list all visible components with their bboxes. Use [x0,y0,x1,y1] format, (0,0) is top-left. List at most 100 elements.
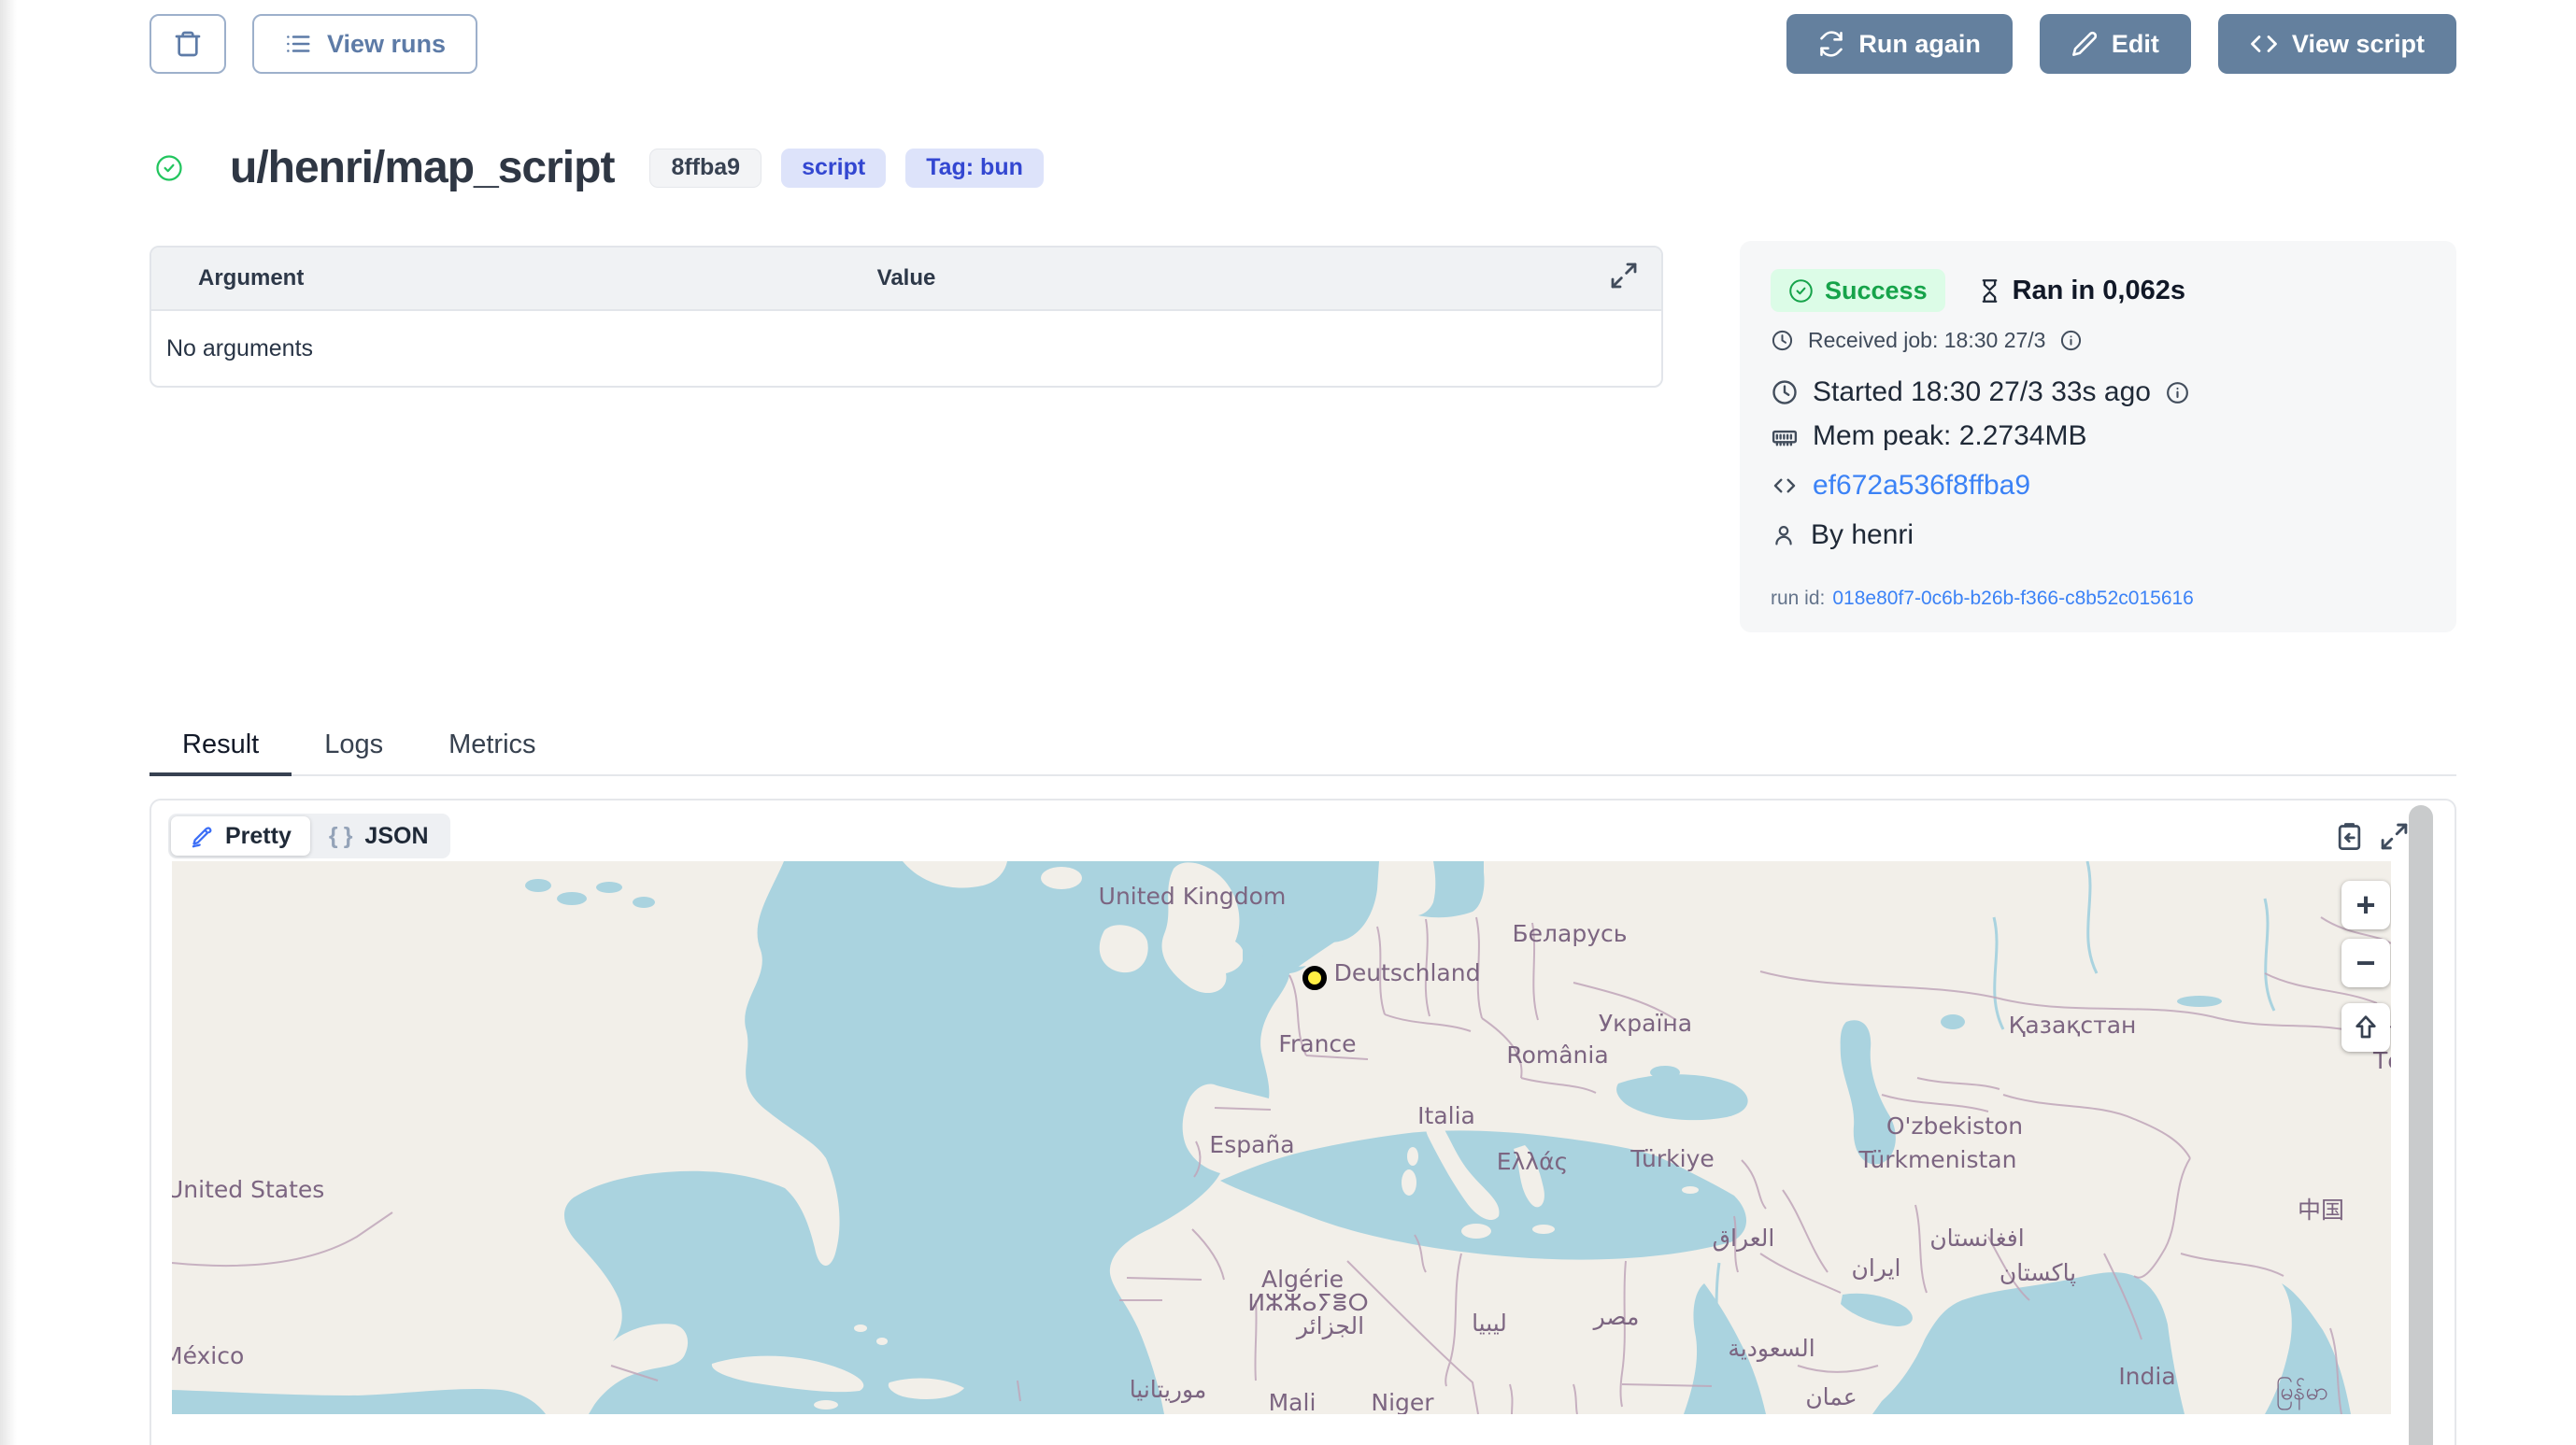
braces-icon: { } [329,823,355,850]
map-label: España [1209,1131,1294,1158]
map-label: România [1506,1041,1608,1069]
memory-icon [1771,422,1799,450]
expand-result-button[interactable] [2379,821,2410,852]
tab-result[interactable]: Result [149,717,292,776]
code-icon [1771,472,1799,500]
map-label: Mali [1269,1389,1316,1414]
info-icon[interactable] [2165,380,2190,405]
tag-badge: Tag: bun [905,149,1044,188]
toolbar-right: Run again Edit View script [1786,14,2456,74]
argument-column-header: Argument [198,265,304,291]
map-label: India [2118,1363,2175,1390]
clock-icon [1771,378,1799,406]
triggered-by-text: By henri [1811,519,1914,551]
result-view-toggle: Pretty { } JSON [168,814,450,858]
map-zoom-in-button[interactable]: + [2341,881,2390,929]
run-again-label: Run again [1858,30,1981,59]
view-script-button[interactable]: View script [2218,14,2456,74]
kind-badge: script [781,149,886,188]
received-job-text: Received job: 18:30 27/3 [1808,328,2045,353]
mem-peak-text: Mem peak: 2.2734MB [1813,420,2086,452]
json-toggle[interactable]: { } JSON [310,816,448,856]
run-status-card: Success Ran in 0,062s Received job: 18:3… [1740,241,2456,632]
map-label: United Kingdom [1099,883,1287,910]
map-label: Italia [1417,1102,1475,1129]
map-label: العراق [1713,1225,1775,1252]
json-label: JSON [364,823,428,850]
map-label: Niger [1371,1389,1434,1414]
map-label: Україна [1599,1010,1692,1037]
delete-run-button[interactable] [149,14,226,74]
triggered-by-row: By henri [1771,519,2426,551]
map-marker[interactable] [1305,969,1324,987]
map-label: France [1278,1030,1356,1057]
map-north-arrow-button[interactable] [2341,1003,2390,1052]
map-label: Қазақстан [2009,1012,2137,1039]
map-label: Türkmenistan [1858,1146,2017,1173]
map-label: السعودية [1728,1335,1815,1362]
status-label: Success [1825,276,1928,305]
map-label: Türkiye [1630,1145,1715,1172]
script-hash-link[interactable]: ef672a536f8ffba9 [1813,470,2030,502]
map-label: Deutschland [1334,959,1481,986]
refresh-icon [1818,31,1844,57]
tab-metrics[interactable]: Metrics [416,717,568,776]
map-label: ایران [1851,1254,1900,1282]
copy-result-button[interactable] [2334,821,2365,852]
pretty-label: Pretty [225,823,292,850]
started-text: Started 18:30 27/3 33s ago [1813,376,2151,408]
check-circle-icon [1788,278,1814,304]
map-label: ليبيا [1472,1310,1507,1337]
result-map[interactable]: United Kingdom Беларусь Deutschland Україна… [172,861,2391,1414]
tab-logs[interactable]: Logs [292,717,416,776]
map-svg: United Kingdom Беларусь Deutschland Україна… [172,861,2391,1414]
panel-scrollbar[interactable] [2409,805,2433,1445]
map-label: México [172,1342,244,1369]
run-again-button[interactable]: Run again [1786,14,2013,74]
clipboard-copy-icon [2334,821,2365,852]
clock-icon [1771,329,1794,352]
title-badges: 8ffba9 script Tag: bun [649,149,1043,188]
result-panel: Pretty { } JSON [149,799,2456,1445]
hash-badge: 8ffba9 [649,149,761,188]
sidebar-edge-shadow [0,0,17,1445]
success-check-icon [155,154,183,182]
status-row: Success Ran in 0,062s [1771,269,2426,312]
map-zoom-out-button[interactable]: − [2341,939,2390,987]
mem-peak-row: Mem peak: 2.2734MB [1771,420,2426,452]
result-tabs: Result Logs Metrics [149,717,2456,776]
code-icon [2250,30,2278,58]
arrow-up-icon [2351,1013,2381,1042]
highlighter-pen-icon [190,824,215,849]
map-label: 中国 [2298,1197,2344,1224]
arguments-table-header: Argument Value [151,248,1661,311]
arguments-empty-row: No arguments [151,311,1661,386]
map-label: Ελλάς [1497,1148,1569,1175]
maximize-icon [2379,821,2410,852]
arguments-table: Argument Value No arguments [149,246,1663,388]
hourglass-icon [1977,278,2002,304]
run-id-link[interactable]: 018e80f7-0c6b-b26b-f366-c8b52c015616 [1832,588,2193,610]
run-id-label: run id: [1771,588,1825,610]
view-runs-label: View runs [327,30,446,59]
map-label: الجزائر [1295,1312,1364,1339]
pencil-icon [2071,31,2098,57]
pretty-toggle[interactable]: Pretty [171,816,310,856]
started-row: Started 18:30 27/3 33s ago [1771,376,2426,408]
view-runs-button[interactable]: View runs [252,14,477,74]
received-job-row: Received job: 18:30 27/3 [1771,328,2426,353]
info-icon[interactable] [2059,329,2083,352]
map-label: မြန်မာ [2276,1377,2328,1410]
expand-arguments-icon[interactable] [1609,261,1639,297]
map-label: Беларусь [1513,920,1628,947]
map-label: O'zbekiston [1886,1112,2023,1140]
edit-button[interactable]: Edit [2040,14,2191,74]
status-badge: Success [1771,269,1945,312]
page-title: u/henri/map_script [230,142,614,193]
map-label: افغانستان [1929,1225,2024,1252]
person-icon [1771,522,1797,548]
toolbar-left: View runs [149,14,477,74]
page-header: u/henri/map_script 8ffba9 script Tag: bu… [155,142,1044,193]
view-script-label: View script [2292,30,2425,59]
edit-label: Edit [2112,30,2159,59]
